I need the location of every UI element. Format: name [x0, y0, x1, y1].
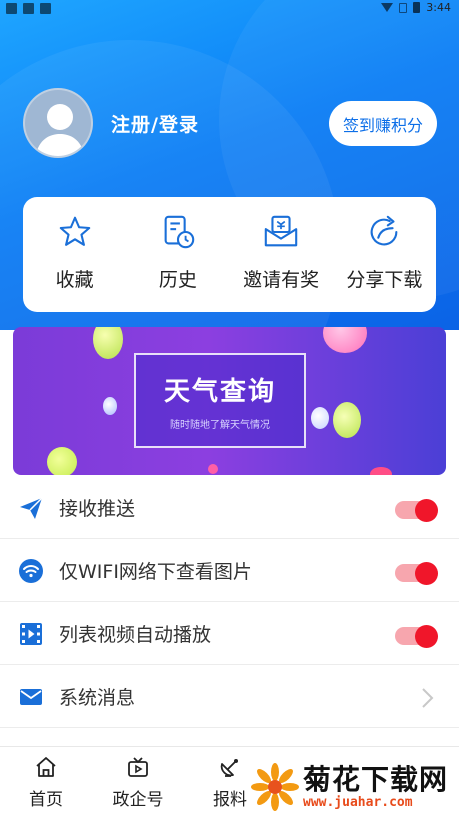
settings-list: 接收推送 仅WIFI网络下查看图片 列表视频自动播放 系统消息 [0, 476, 459, 728]
autoplay-toggle[interactable] [393, 623, 439, 648]
wifi-icon [19, 559, 43, 583]
signin-earn-points-button[interactable]: 签到赚积分 [329, 101, 437, 146]
tab-label: 首页 [29, 790, 63, 810]
avatar[interactable] [23, 88, 93, 158]
banner-subtitle: 随时随地了解天气情况 [170, 419, 270, 431]
tab-label: 政企号 [112, 790, 164, 810]
setting-row-system-messages[interactable]: 系统消息 [0, 665, 459, 728]
quick-action-label: 邀请有奖 [243, 269, 320, 291]
notification-icon [40, 3, 51, 14]
notification-icon [23, 3, 34, 14]
quick-actions-card: 收藏 历史 邀请有奖 分享下载 [23, 197, 436, 312]
quick-action-history[interactable]: 历史 [126, 197, 229, 312]
setting-row-wifi-images: 仅WIFI网络下查看图片 [0, 539, 459, 602]
setting-label: 仅WIFI网络下查看图片 [59, 560, 252, 583]
setting-row-autoplay: 列表视频自动播放 [0, 602, 459, 665]
video-icon [20, 623, 42, 645]
mail-icon [20, 689, 42, 705]
status-time: 3:44 [426, 1, 451, 14]
chevron-right-icon [422, 688, 434, 708]
quick-action-favorites[interactable]: 收藏 [23, 197, 126, 312]
paper-plane-icon [20, 497, 43, 519]
tab-home[interactable]: 首页 [0, 747, 92, 816]
setting-label: 列表视频自动播放 [59, 623, 212, 646]
history-icon [164, 215, 195, 249]
banner-title: 天气查询 [163, 376, 276, 407]
signal-icon [399, 2, 408, 13]
decor-bubble [103, 397, 117, 415]
quick-action-label: 分享下载 [346, 269, 423, 291]
status-bar: 3:44 [0, 0, 459, 18]
decor-bubble [208, 464, 218, 474]
login-register-link[interactable]: 注册/登录 [111, 110, 199, 137]
weather-banner[interactable]: 天气查询 随时随地了解天气情况 [13, 327, 446, 475]
decor-bubble [93, 327, 123, 359]
watermark-title: 菊花下载网 [303, 762, 449, 796]
setting-row-push: 接收推送 [0, 476, 459, 539]
satellite-icon [220, 759, 238, 777]
setting-label: 接收推送 [59, 497, 136, 520]
tab-gov-enterprise[interactable]: 政企号 [92, 747, 184, 816]
wifi-status-icon [381, 3, 394, 12]
battery-icon [413, 2, 421, 13]
quick-action-share[interactable]: 分享下载 [333, 197, 436, 312]
push-toggle[interactable] [393, 497, 439, 522]
quick-action-invite[interactable]: 邀请有奖 [230, 197, 333, 312]
setting-label: 系统消息 [59, 686, 136, 709]
watermark-url: www.juahar.com [303, 794, 413, 810]
quick-action-label: 历史 [158, 269, 197, 291]
notification-icon [6, 3, 17, 14]
decor-bubble [311, 407, 329, 429]
quick-action-label: 收藏 [55, 269, 94, 291]
invite-icon [264, 215, 298, 247]
decor-bubble [370, 467, 392, 475]
tv-icon [128, 757, 148, 777]
wifi-images-toggle[interactable] [393, 560, 439, 585]
tab-label: 报料 [213, 790, 247, 810]
decor-bubble [47, 447, 77, 475]
decor-bubble [323, 327, 367, 353]
banner-title-box: 天气查询 随时随地了解天气情况 [134, 353, 306, 448]
decor-bubble [333, 402, 361, 438]
home-icon [36, 757, 56, 777]
star-icon [59, 216, 90, 246]
chrysanthemum-logo-icon [251, 763, 299, 811]
share-icon [371, 215, 398, 246]
site-watermark: 菊花下载网 www.juahar.com [251, 758, 457, 816]
